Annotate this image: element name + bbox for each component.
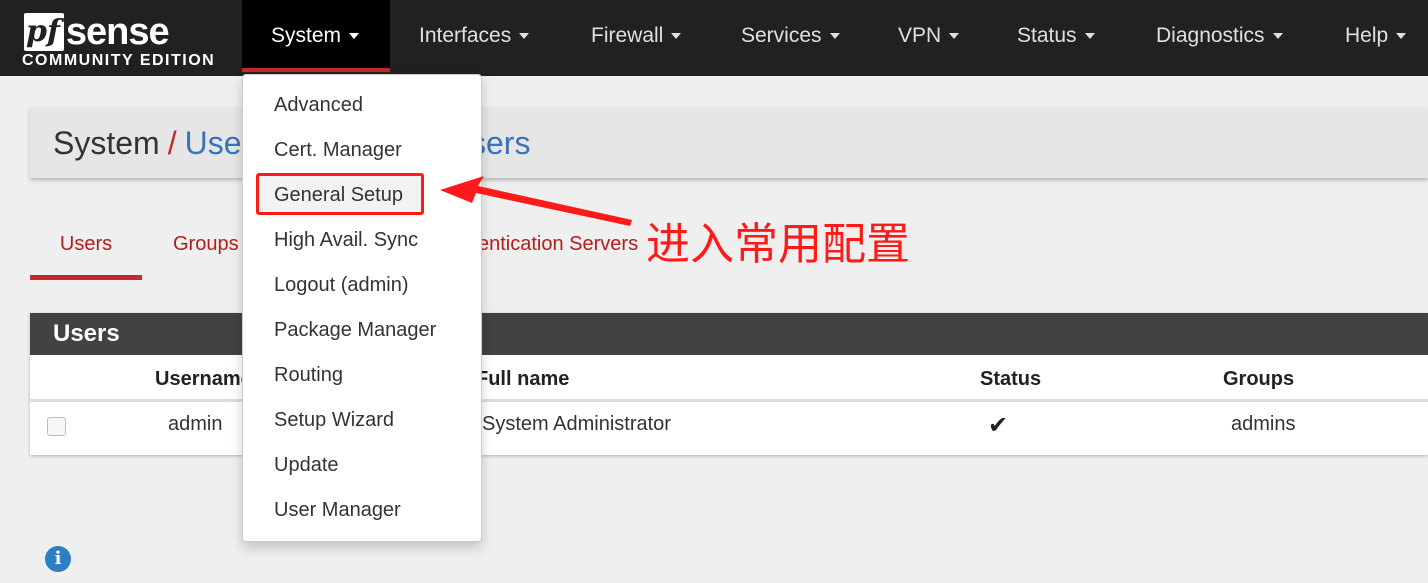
annotation-text: 进入常用配置: [646, 219, 910, 270]
cell-username[interactable]: admin: [168, 413, 222, 436]
logo-pf-mark: pf: [24, 13, 64, 51]
logo-sense-text: sense: [65, 10, 170, 53]
nav-help[interactable]: Help: [1345, 0, 1407, 72]
tab-users[interactable]: Users: [30, 222, 142, 280]
nav-interfaces[interactable]: Interfaces: [419, 0, 530, 72]
menu-item-logout[interactable]: Logout (admin): [274, 270, 409, 300]
nav-help-label: Help: [1345, 24, 1389, 47]
column-header-username[interactable]: Username: [155, 368, 252, 391]
menu-item-high-avail-sync[interactable]: High Avail. Sync: [274, 225, 418, 255]
top-navbar: pf sense COMMUNITY EDITION System Interf…: [0, 0, 1428, 76]
menu-item-package-manager[interactable]: Package Manager: [274, 315, 436, 345]
menu-item-cert-manager[interactable]: Cert. Manager: [274, 135, 402, 165]
header-divider: [30, 399, 1428, 402]
nav-vpn-label: VPN: [898, 24, 942, 47]
caret-down-icon: [949, 33, 960, 40]
caret-down-icon: [671, 33, 682, 40]
system-dropdown-menu: Advanced Cert. Manager General Setup Hig…: [242, 74, 482, 542]
nav-firewall[interactable]: Firewall: [591, 0, 682, 72]
info-icon[interactable]: i: [45, 546, 71, 572]
menu-item-general-setup[interactable]: General Setup: [274, 180, 403, 210]
tab-groups[interactable]: Groups: [173, 222, 239, 280]
nav-system-label: System: [271, 24, 342, 47]
nav-diagnostics-label: Diagnostics: [1156, 24, 1265, 47]
menu-item-update[interactable]: Update: [274, 450, 339, 480]
nav-services[interactable]: Services: [741, 0, 840, 72]
nav-interfaces-label: Interfaces: [419, 24, 512, 47]
logo-edition: COMMUNITY EDITION: [22, 52, 216, 69]
caret-down-icon: [519, 33, 530, 40]
caret-down-icon: [349, 33, 360, 40]
tab-authentication-servers[interactable]: entication Servers: [478, 222, 638, 280]
check-icon: ✔: [988, 412, 1009, 439]
nav-services-label: Services: [741, 24, 822, 47]
pfsense-logo[interactable]: pf sense COMMUNITY EDITION: [20, 8, 230, 70]
breadcrumb-system: System: [53, 125, 160, 161]
menu-item-setup-wizard[interactable]: Setup Wizard: [274, 405, 394, 435]
menu-item-routing[interactable]: Routing: [274, 360, 343, 390]
nav-status[interactable]: Status: [1017, 0, 1095, 72]
menu-item-user-manager[interactable]: User Manager: [274, 495, 401, 525]
row-select-checkbox[interactable]: [47, 417, 66, 436]
panel-title: Users: [30, 313, 1428, 355]
breadcrumb-separator: /: [167, 125, 177, 161]
column-header-groups[interactable]: Groups: [1223, 368, 1294, 391]
logo-wordmark: pf sense: [24, 10, 170, 54]
breadcrumb-link-start[interactable]: Use: [185, 125, 242, 161]
nav-system[interactable]: System: [242, 0, 390, 72]
annotation-arrow: [440, 176, 632, 226]
menu-item-advanced[interactable]: Advanced: [274, 90, 363, 120]
arrow-shape: [440, 176, 632, 226]
caret-down-icon: [1084, 33, 1095, 40]
nav-diagnostics[interactable]: Diagnostics: [1156, 0, 1283, 72]
breadcrumb: System / Use sers: [30, 108, 1428, 178]
users-panel: Users Username Full name Status Groups a…: [30, 313, 1428, 455]
cell-groups: admins: [1231, 413, 1296, 435]
nav-vpn[interactable]: VPN: [898, 0, 960, 72]
caret-down-icon: [1396, 33, 1407, 40]
cell-full-name: System Administrator: [482, 413, 671, 435]
nav-status-label: Status: [1017, 24, 1077, 47]
caret-down-icon: [829, 33, 840, 40]
caret-down-icon: [1272, 33, 1283, 40]
nav-firewall-label: Firewall: [591, 24, 664, 47]
column-header-status[interactable]: Status: [980, 368, 1041, 391]
column-header-full-name[interactable]: Full name: [476, 368, 569, 391]
